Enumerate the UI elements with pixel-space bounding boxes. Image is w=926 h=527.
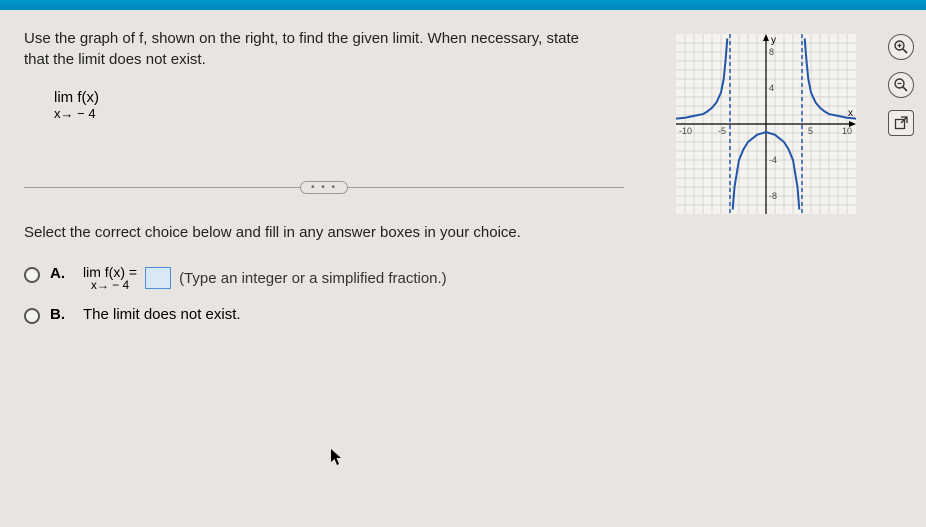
radio-b[interactable] (24, 308, 40, 324)
popout-icon[interactable] (888, 110, 914, 136)
question-text-block: Use the graph of f, shown on the right, … (24, 28, 604, 121)
svg-text:-4: -4 (769, 155, 777, 165)
radio-a[interactable] (24, 267, 40, 283)
content-area: Use the graph of f, shown on the right, … (0, 10, 926, 527)
svg-text:-8: -8 (769, 191, 777, 201)
section-divider: • • • (24, 181, 624, 194)
select-instruction: Select the correct choice below and fill… (24, 224, 902, 241)
svg-text:4: 4 (769, 83, 774, 93)
expand-button[interactable]: • • • (300, 181, 348, 194)
choice-a-limit: lim f(x) = x→ − 4 (83, 265, 137, 292)
instruction-text: Use the graph of f, shown on the right, … (24, 28, 604, 70)
svg-text:-5: -5 (718, 126, 726, 136)
choice-a-label: A. (50, 265, 65, 282)
side-toolbar (888, 34, 914, 136)
svg-text:10: 10 (842, 126, 852, 136)
limit-bottom: x→ − 4 (54, 107, 604, 121)
zoom-in-icon[interactable] (888, 34, 914, 60)
choice-a: A. lim f(x) = x→ − 4 (Type an integer or… (24, 265, 902, 292)
graph-container: -10 -5 5 10 4 8 -4 -8 y x (676, 34, 856, 219)
function-graph: -10 -5 5 10 4 8 -4 -8 y x (676, 34, 856, 214)
svg-text:-10: -10 (679, 126, 692, 136)
window-top-bar (0, 0, 926, 10)
svg-text:5: 5 (808, 126, 813, 136)
svg-text:x: x (848, 108, 853, 119)
limit-expression: lim f(x) x→ − 4 (54, 90, 604, 121)
divider-line (348, 187, 624, 188)
cursor-icon (330, 448, 344, 471)
choice-b-text: The limit does not exist. (83, 306, 241, 323)
answer-input-a[interactable] (145, 267, 171, 289)
limit-top: lim f(x) (54, 90, 604, 107)
choice-a-hint: (Type an integer or a simplified fractio… (179, 270, 447, 287)
svg-text:8: 8 (769, 47, 774, 57)
choice-a-content: lim f(x) = x→ − 4 (Type an integer or a … (83, 265, 447, 292)
choice-b: B. The limit does not exist. (24, 306, 902, 324)
svg-text:y: y (771, 35, 776, 46)
divider-line (24, 187, 300, 188)
zoom-out-icon[interactable] (888, 72, 914, 98)
choice-b-label: B. (50, 306, 65, 323)
